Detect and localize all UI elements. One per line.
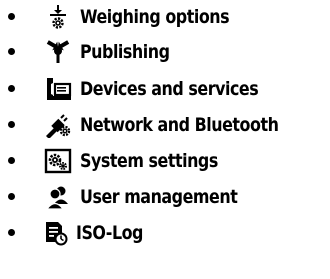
bullet: [8, 48, 15, 55]
iso-log-icon: [42, 220, 70, 246]
menu-item-iso-log[interactable]: ISO-Log: [0, 216, 330, 250]
menu-item-label: System settings: [80, 150, 218, 172]
menu-item-network-and-bluetooth[interactable]: Network and Bluetooth: [0, 108, 330, 142]
devices-services-icon: [44, 76, 72, 102]
menu-item-publishing[interactable]: Publishing: [0, 35, 330, 69]
menu-item-label: Network and Bluetooth: [80, 114, 279, 136]
system-settings-icon: [44, 148, 72, 174]
publishing-icon: [44, 39, 72, 65]
weighing-options-icon: [44, 4, 72, 30]
menu-item-weighing-options[interactable]: Weighing options: [0, 0, 330, 34]
bullet: [8, 13, 15, 20]
menu-item-label: ISO-Log: [76, 222, 143, 244]
bullet: [8, 85, 15, 92]
menu-item-label: Publishing: [80, 41, 170, 63]
bullet: [8, 193, 15, 200]
bullet: [8, 121, 15, 128]
menu-item-label: User management: [80, 186, 238, 208]
user-management-icon: [44, 184, 72, 210]
menu-item-user-management[interactable]: User management: [0, 180, 330, 214]
menu-item-label: Weighing options: [80, 6, 230, 28]
bullet: [8, 229, 15, 236]
menu-item-devices-and-services[interactable]: Devices and services: [0, 72, 330, 106]
bullet: [8, 157, 15, 164]
menu-item-label: Devices and services: [80, 78, 259, 100]
menu-item-system-settings[interactable]: System settings: [0, 144, 330, 178]
network-bluetooth-icon: [44, 112, 72, 138]
